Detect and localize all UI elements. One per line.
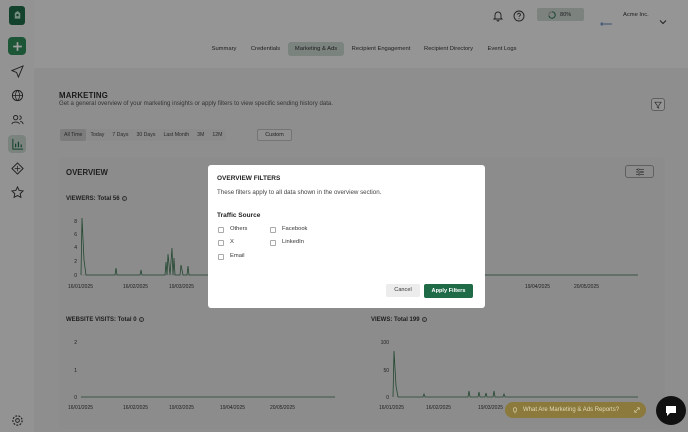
modal-title: OVERVIEW FILTERS [217,175,281,182]
checkbox-label-x: X [230,239,234,245]
checkbox-others[interactable] [218,227,224,233]
cancel-button[interactable]: Cancel [386,284,420,297]
expand-icon [634,407,640,413]
traffic-source-heading: Traffic Source [217,212,261,219]
checkbox-label-linkedin: LinkedIn [282,239,304,245]
help-reports-label: What Are Marketing & Ads Reports? [523,407,620,413]
checkbox-label-others: Others [230,226,248,232]
checkbox-label-email: Email [230,253,245,259]
checkbox-x[interactable] [218,240,224,246]
checkbox-label-facebook: Facebook [282,226,308,232]
chat-button[interactable] [656,396,686,425]
chat-icon [666,405,676,416]
overview-filters-modal: OVERVIEW FILTERS These filters apply to … [208,165,485,308]
lightbulb-icon [513,407,517,414]
checkbox-facebook[interactable] [270,227,276,233]
apply-filters-button[interactable]: Apply Filters [424,284,473,298]
checkbox-email[interactable] [218,254,224,260]
checkbox-linkedin[interactable] [270,240,276,246]
help-reports-button[interactable]: What Are Marketing & Ads Reports? [505,402,646,418]
modal-description: These filters apply to all data shown in… [217,189,382,196]
